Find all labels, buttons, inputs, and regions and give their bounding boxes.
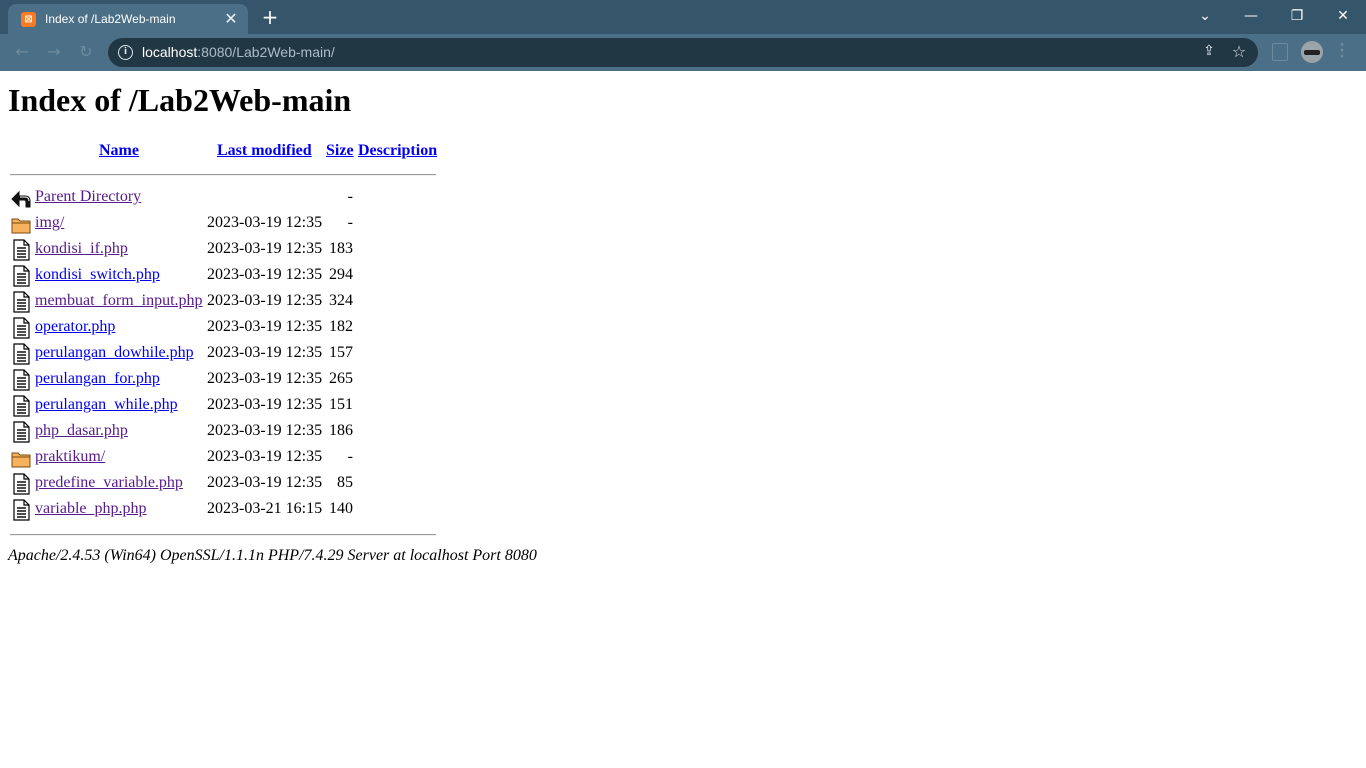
list-item: perulangan_while.php 2023-03-19 12:35 151 (0, 394, 440, 420)
list-item: operator.php 2023-03-19 12:35 182 (0, 316, 440, 342)
profile-avatar[interactable] (1301, 41, 1323, 63)
file-size: 186 (329, 422, 353, 439)
list-item: perulangan_dowhile.php 2023-03-19 12:35 15… (0, 342, 440, 368)
list-item: predefine_variable.php 2023-03-19 12:35 85 (0, 472, 440, 498)
restore-button[interactable]: ❐ (1285, 6, 1309, 26)
browser-tab[interactable]: ⊠ Index of /Lab2Web-main ✕ (8, 4, 248, 34)
file-icon (11, 395, 31, 417)
url-text[interactable]: localhost:8080/Lab2Web-main/ (142, 44, 335, 60)
xampp-favicon-icon: ⊠ (21, 12, 36, 27)
forward-button[interactable]: → (42, 41, 66, 63)
new-tab-button[interactable]: + (257, 5, 283, 31)
last-modified: 2023-03-19 12:35 (207, 318, 323, 335)
reload-button[interactable]: ↻ (74, 41, 98, 63)
browser-toolbar: ← → ↻ i localhost:8080/Lab2Web-main/ ⇪ ☆… (0, 34, 1366, 71)
file-size: 140 (329, 500, 353, 517)
last-modified: 2023-03-19 12:35 (207, 292, 323, 309)
list-item: variable_php.php 2023-03-21 16:15 140 (0, 498, 440, 524)
last-modified: 2023-03-19 12:35 (207, 370, 323, 387)
header-divider (10, 174, 436, 176)
file-size: - (347, 448, 353, 465)
file-link[interactable]: perulangan_dowhile.php (35, 344, 194, 362)
file-size: 157 (329, 344, 353, 361)
file-link[interactable]: php_dasar.php (35, 422, 128, 440)
file-icon (11, 421, 31, 443)
page-content: Index of /Lab2Web-main Name Last modifie… (0, 71, 1366, 768)
tab-strip: ⊠ Index of /Lab2Web-main ✕ + ⌄ — ❐ ✕ (0, 0, 1366, 34)
server-signature: Apache/2.4.53 (Win64) OpenSSL/1.1.1n PHP… (8, 547, 537, 564)
last-modified: 2023-03-19 12:35 (207, 448, 323, 465)
last-modified: 2023-03-19 12:35 (207, 396, 323, 413)
file-icon (11, 265, 31, 287)
last-modified: 2023-03-19 12:35 (207, 266, 323, 283)
column-header-description[interactable]: Description (358, 142, 437, 160)
last-modified: 2023-03-21 16:15 (207, 500, 323, 517)
file-size: 182 (329, 318, 353, 335)
bookmark-star-icon[interactable]: ☆ (1230, 42, 1248, 61)
back-arrow-icon (11, 187, 31, 209)
last-modified: 2023-03-19 12:35 (207, 240, 323, 257)
site-info-icon[interactable]: i (118, 45, 133, 60)
list-item: Parent Directory - (0, 186, 440, 212)
footer-divider (10, 534, 436, 536)
file-link[interactable]: kondisi_if.php (35, 240, 128, 258)
side-panel-icon[interactable] (1272, 43, 1288, 61)
file-icon (11, 239, 31, 261)
file-size: 85 (337, 474, 353, 491)
last-modified: 2023-03-19 12:35 (207, 474, 323, 491)
file-link[interactable]: predefine_variable.php (35, 474, 183, 492)
file-icon (11, 369, 31, 391)
file-size: - (347, 188, 353, 205)
close-window-button[interactable]: ✕ (1331, 6, 1355, 26)
file-link[interactable]: img/ (35, 214, 64, 232)
list-item: perulangan_for.php 2023-03-19 12:35 265 (0, 368, 440, 394)
file-size: 324 (329, 292, 353, 309)
share-icon[interactable]: ⇪ (1200, 43, 1218, 61)
tab-search-icon[interactable]: ⌄ (1193, 6, 1217, 26)
file-link[interactable]: perulangan_for.php (35, 370, 160, 388)
file-size: 294 (329, 266, 353, 283)
kebab-menu-icon[interactable]: · · · (1336, 38, 1348, 64)
address-bar[interactable]: i localhost:8080/Lab2Web-main/ ⇪ ☆ (108, 38, 1258, 67)
file-icon (11, 291, 31, 313)
close-tab-icon[interactable]: ✕ (222, 10, 240, 28)
url-path: :8080/Lab2Web-main/ (197, 44, 335, 60)
file-icon (11, 317, 31, 339)
file-icon (11, 473, 31, 495)
url-host: localhost (142, 44, 198, 60)
file-link[interactable]: Parent Directory (35, 188, 141, 206)
file-size: 265 (329, 370, 353, 387)
file-link[interactable]: membuat_form_input.php (35, 292, 203, 310)
folder-icon (11, 213, 31, 235)
file-size: - (347, 214, 353, 231)
list-item: kondisi_if.php 2023-03-19 12:35 183 (0, 238, 440, 264)
file-link[interactable]: operator.php (35, 318, 115, 336)
file-icon (11, 499, 31, 521)
back-button[interactable]: ← (10, 41, 34, 63)
file-size: 151 (329, 396, 353, 413)
file-link[interactable]: kondisi_switch.php (35, 266, 160, 284)
column-header-name[interactable]: Name (99, 142, 139, 160)
last-modified: 2023-03-19 12:35 (207, 214, 323, 231)
last-modified: 2023-03-19 12:35 (207, 422, 323, 439)
file-link[interactable]: variable_php.php (35, 500, 147, 518)
minimize-button[interactable]: — (1239, 6, 1263, 26)
last-modified: 2023-03-19 12:35 (207, 344, 323, 361)
folder-icon (11, 447, 31, 469)
list-item: img/2023-03-19 12:35 - (0, 212, 440, 238)
file-link[interactable]: praktikum/ (35, 448, 105, 466)
tab-title: Index of /Lab2Web-main (45, 12, 176, 26)
column-header-last-modified[interactable]: Last modified (217, 142, 312, 160)
column-header-size[interactable]: Size (326, 142, 354, 160)
list-item: praktikum/2023-03-19 12:35 - (0, 446, 440, 472)
list-item: membuat_form_input.php 2023-03-19 12:35 32… (0, 290, 440, 316)
file-link[interactable]: perulangan_while.php (35, 396, 178, 414)
list-item: php_dasar.php 2023-03-19 12:35 186 (0, 420, 440, 446)
list-item: kondisi_switch.php 2023-03-19 12:35 294 (0, 264, 440, 290)
file-icon (11, 343, 31, 365)
page-title: Index of /Lab2Web-main (8, 82, 352, 118)
file-size: 183 (329, 240, 353, 257)
